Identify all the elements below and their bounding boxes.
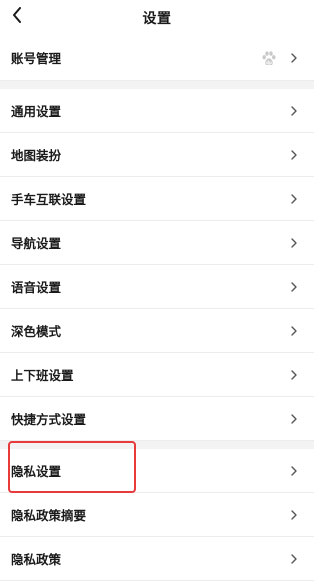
back-button[interactable] — [6, 4, 28, 26]
settings-item[interactable]: 快捷方式设置 — [0, 397, 314, 441]
privacy-policy-summary-item[interactable]: 隐私政策摘要 — [0, 493, 314, 537]
settings-item-label: 地图装扮 — [11, 148, 62, 163]
settings-list-group-2: 隐私设置 隐私政策摘要 隐私政策 — [0, 449, 314, 581]
settings-item[interactable]: 深色模式 — [0, 309, 314, 353]
section-separator — [0, 441, 314, 449]
settings-item-label: 导航设置 — [11, 236, 62, 251]
settings-list-group-1: 通用设置 地图装扮 手车互联设置 导航设置 语音设置 深色模式 上下班设置 快捷… — [0, 89, 314, 441]
settings-item-label: 隐私政策摘要 — [11, 508, 87, 523]
settings-item-label: 语音设置 — [11, 280, 62, 295]
settings-item[interactable]: 导航设置 — [0, 221, 314, 265]
settings-item-label: 手车互联设置 — [11, 192, 87, 207]
settings-item-label: 深色模式 — [11, 324, 62, 339]
chevron-right-icon — [290, 369, 298, 380]
chevron-right-icon — [290, 509, 298, 520]
chevron-right-icon — [290, 52, 298, 63]
settings-item-label: 隐私政策 — [11, 552, 62, 567]
settings-item[interactable]: 地图装扮 — [0, 133, 314, 177]
page-title: 设置 — [142, 10, 172, 27]
privacy-settings-item[interactable]: 隐私设置 — [0, 449, 314, 493]
section-separator — [0, 81, 314, 89]
chevron-right-icon — [290, 105, 298, 116]
chevron-right-icon — [290, 413, 298, 424]
chevron-right-icon — [290, 193, 298, 204]
chevron-right-icon — [290, 281, 298, 292]
privacy-policy-item[interactable]: 隐私政策 — [0, 537, 314, 581]
svg-text:du: du — [266, 59, 272, 64]
settings-item-label: 快捷方式设置 — [11, 412, 87, 427]
settings-item-label: 通用设置 — [11, 104, 62, 119]
settings-item-label: 隐私设置 — [11, 464, 62, 479]
chevron-right-icon — [290, 325, 298, 336]
settings-item[interactable]: 通用设置 — [0, 89, 314, 133]
account-management-label: 账号管理 — [11, 51, 62, 66]
baidu-paw-icon: du — [261, 50, 277, 66]
top-bar: 设置 — [0, 0, 314, 35]
chevron-right-icon — [290, 237, 298, 248]
chevron-left-icon — [13, 7, 21, 23]
account-management-item[interactable]: 账号管理 du — [0, 35, 314, 81]
settings-item[interactable]: 语音设置 — [0, 265, 314, 309]
settings-item-label: 上下班设置 — [11, 368, 74, 383]
chevron-right-icon — [290, 149, 298, 160]
settings-item[interactable]: 上下班设置 — [0, 353, 314, 397]
settings-item[interactable]: 手车互联设置 — [0, 177, 314, 221]
chevron-right-icon — [290, 465, 298, 476]
chevron-right-icon — [290, 553, 298, 564]
